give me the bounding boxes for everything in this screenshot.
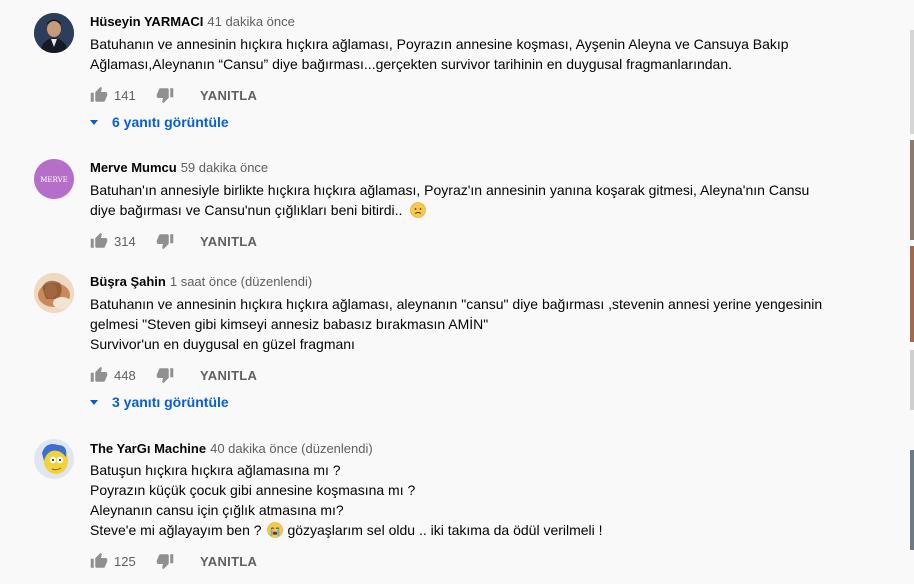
comment-line-text: diye bağırması ve Cansu'nun çığlıkları b…	[90, 202, 403, 218]
thumb-down-icon[interactable]	[156, 86, 174, 104]
comment-line: Steve'e mi ağlayayım ben ? gözyaşlarım s…	[90, 520, 850, 540]
chevron-down-icon	[90, 399, 98, 405]
chevron-down-icon	[90, 119, 98, 125]
avatar-text: MERVE	[40, 176, 67, 184]
comment-header: Merve Mumcu 59 dakika önce	[90, 160, 268, 175]
comment-author[interactable]: Merve Mumcu	[90, 160, 177, 175]
view-replies-label: 3 yanıtı görüntüle	[112, 394, 229, 410]
comment-line: Aleynanın cansu için çığlık atmasına mı?	[90, 502, 344, 518]
crying-face-emoji-icon	[267, 522, 284, 538]
thumb-up-icon[interactable]	[90, 232, 108, 250]
like-count: 314	[114, 233, 136, 249]
comment-time[interactable]: 1 saat önce (düzenlendi)	[170, 274, 312, 289]
comment-author[interactable]: Hüseyin YARMACI	[90, 14, 203, 29]
reply-button[interactable]: YANITLA	[200, 234, 257, 249]
avatar[interactable]	[34, 273, 74, 313]
comment-line: diye bağırması ve Cansu'nun çığlıkları b…	[90, 200, 850, 220]
thumb-up-icon[interactable]	[90, 366, 108, 384]
comment-line: Survivor'un en duygusal en güzel fragman…	[90, 336, 355, 352]
comment-line: Batuhanın ve annesinin hıçkıra hıçkıra a…	[90, 36, 789, 52]
right-edge-strip	[910, 350, 914, 410]
avatar[interactable]: MERVE	[34, 159, 74, 199]
comment-header: Hüseyin YARMACI 41 dakika önce	[90, 14, 295, 29]
avatar-image: MERVE	[34, 159, 74, 199]
comment-line-text: Steve'e mi ağlayayım ben ?	[90, 522, 262, 538]
like-count: 141	[114, 87, 136, 103]
comment-text: Batuşun hıçkıra hıçkıra ağlamasına mı ? …	[90, 460, 850, 540]
reply-button[interactable]: YANITLA	[200, 88, 257, 103]
comment-time[interactable]: 59 dakika önce	[181, 160, 268, 175]
comment-line: Batuhanın ve annesinin hıçkıra hıçkıra a…	[90, 296, 823, 312]
sad-face-emoji-icon	[410, 202, 427, 218]
comment-line: Batuhan'ın annesiyle birlikte hıçkıra hı…	[90, 182, 810, 198]
thumb-down-icon[interactable]	[156, 552, 174, 570]
avatar-image	[34, 13, 74, 53]
reply-button[interactable]: YANITLA	[200, 368, 257, 383]
avatar-image	[34, 439, 74, 479]
comment-time[interactable]: 40 dakika önce (düzenlendi)	[210, 441, 373, 456]
comment-author[interactable]: The YarGı Machine	[90, 441, 206, 456]
comment-line: Ağlaması,Aleynanın “Cansu” diye bağırmas…	[90, 56, 732, 72]
comment-text: Batuhanın ve annesinin hıçkıra hıçkıra a…	[90, 294, 850, 354]
like-count: 448	[114, 367, 136, 383]
comment-header: Büşra Şahin 1 saat önce (düzenlendi)	[90, 274, 312, 289]
avatar-image	[34, 273, 74, 313]
comment-actions: 141 YANITLA	[90, 83, 257, 107]
comment-line: gelmesi "Steven gibi kimseyi annesiz bab…	[90, 316, 489, 332]
thumb-up-icon[interactable]	[90, 86, 108, 104]
like-count: 125	[114, 553, 136, 569]
comment-header: The YarGı Machine 40 dakika önce (düzenle…	[90, 441, 373, 456]
comment-text: Batuhanın ve annesinin hıçkıra hıçkıra a…	[90, 34, 850, 74]
comment-author[interactable]: Büşra Şahin	[90, 274, 166, 289]
right-edge-strip	[910, 30, 914, 134]
comment-actions: 125 YANITLA	[90, 549, 257, 573]
view-replies-button[interactable]: 3 yanıtı görüntüle	[90, 394, 229, 410]
comment-actions: 314 YANITLA	[90, 229, 257, 253]
comment-text: Batuhan'ın annesiyle birlikte hıçkıra hı…	[90, 180, 850, 220]
view-replies-label: 6 yanıtı görüntüle	[112, 114, 229, 130]
comment-line: Batuşun hıçkıra hıçkıra ağlamasına mı ?	[90, 462, 341, 478]
comment-actions: 448 YANITLA	[90, 363, 257, 387]
thumb-down-icon[interactable]	[156, 232, 174, 250]
reply-button[interactable]: YANITLA	[200, 554, 257, 569]
comment-time[interactable]: 41 dakika önce	[207, 14, 294, 29]
thumb-down-icon[interactable]	[156, 366, 174, 384]
comment-line: Poyrazın küçük çocuk gibi annesine koşma…	[90, 482, 416, 498]
right-edge-strip	[910, 246, 914, 342]
right-edge-strip	[910, 450, 914, 550]
avatar[interactable]	[34, 13, 74, 53]
view-replies-button[interactable]: 6 yanıtı görüntüle	[90, 114, 229, 130]
thumb-up-icon[interactable]	[90, 552, 108, 570]
comment-line-text: gözyaşlarım sel oldu .. iki takıma da öd…	[287, 522, 603, 538]
right-edge-strip	[910, 140, 914, 240]
avatar[interactable]	[34, 439, 74, 479]
